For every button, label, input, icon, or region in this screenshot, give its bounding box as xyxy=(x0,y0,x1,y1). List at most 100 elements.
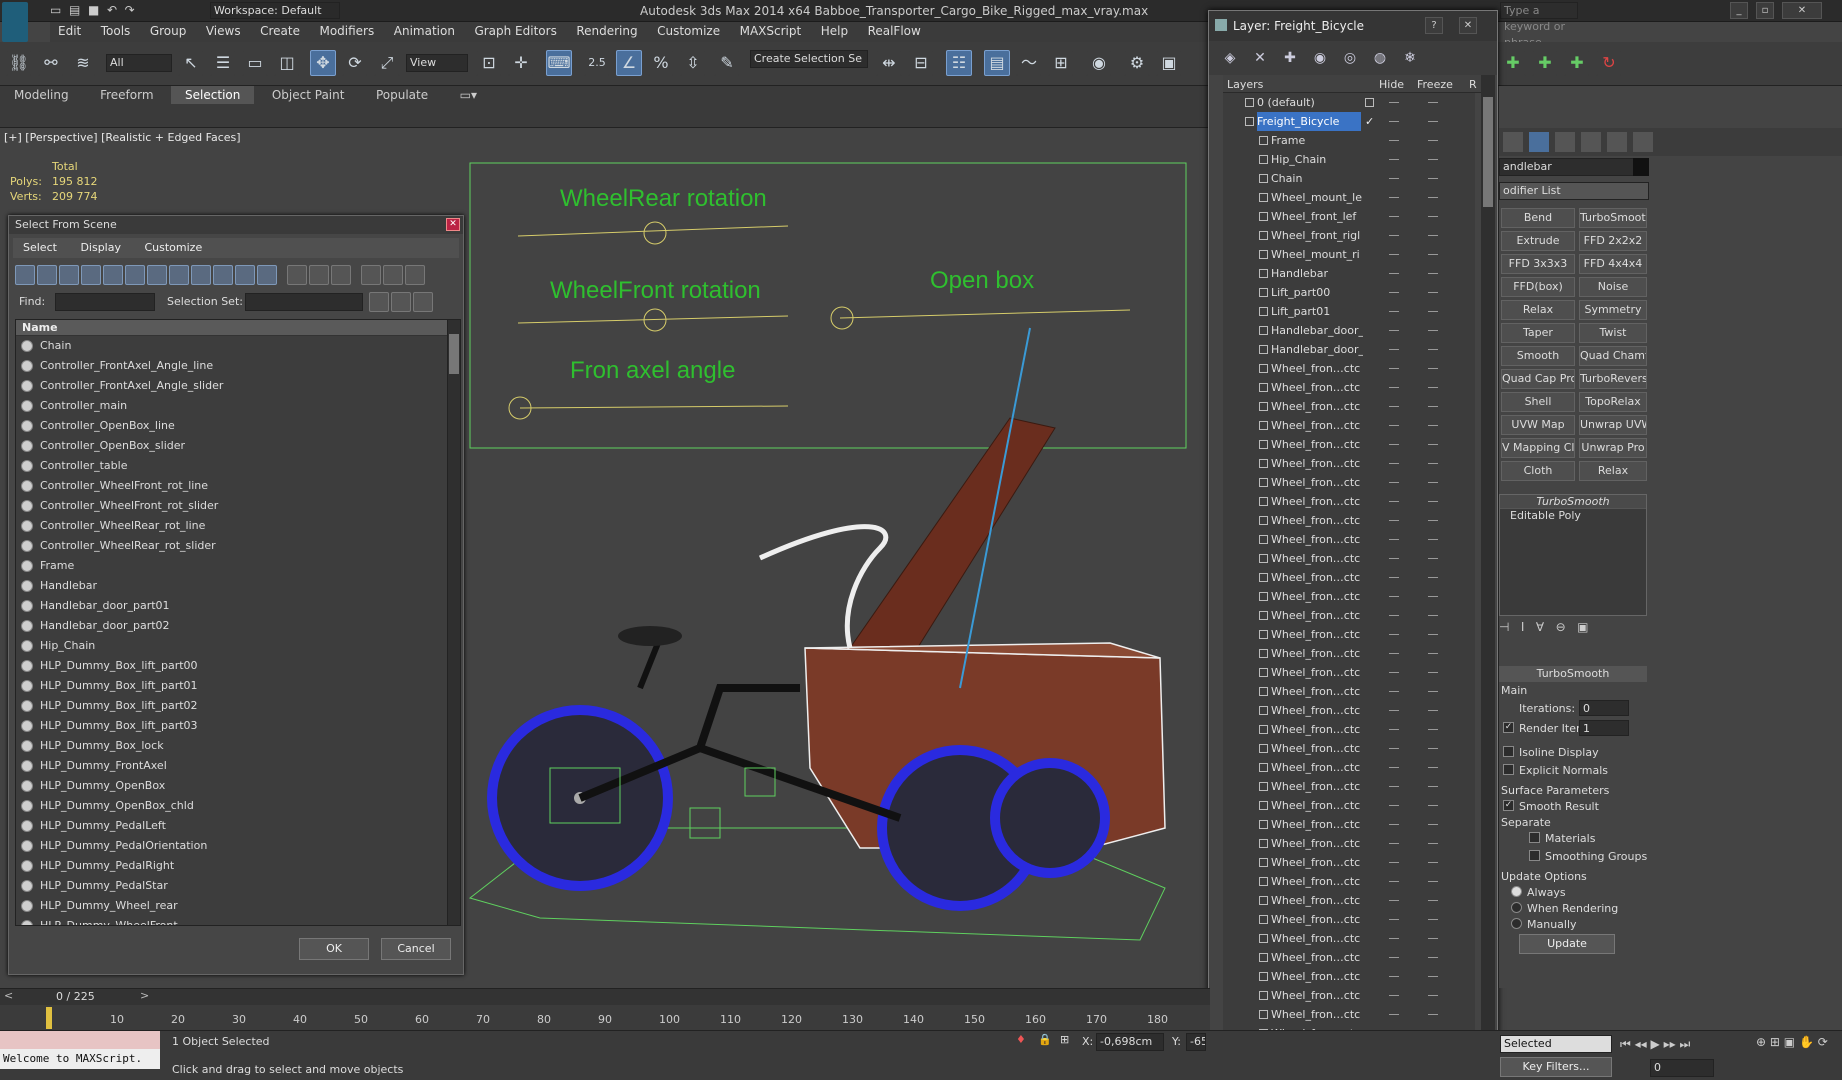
hide-toggle[interactable] xyxy=(1389,634,1399,635)
layer-object-row[interactable]: Wheel_front_rigl xyxy=(1223,226,1475,245)
hide-toggle[interactable] xyxy=(1389,178,1399,179)
freeze-toggle[interactable] xyxy=(1428,615,1438,616)
explicit-normals-checkbox[interactable] xyxy=(1503,764,1514,775)
hide-toggle[interactable] xyxy=(1389,349,1399,350)
scrollbar-thumb[interactable] xyxy=(449,334,459,374)
hide-toggle[interactable] xyxy=(1389,900,1399,901)
modifier-button[interactable]: TopoRelax xyxy=(1579,392,1647,412)
layer-object-row[interactable]: Wheel_fron…ctc xyxy=(1223,910,1475,929)
modifier-button[interactable]: FFD(box) xyxy=(1501,277,1575,297)
workspace-dropdown[interactable]: Workspace: Default xyxy=(210,2,340,19)
hide-toggle[interactable] xyxy=(1389,368,1399,369)
layer-object-row[interactable]: Wheel_fron…ctc xyxy=(1223,606,1475,625)
hide-toggle[interactable] xyxy=(1389,748,1399,749)
freeze-toggle[interactable] xyxy=(1428,957,1438,958)
scene-object-row[interactable]: HLP_Dummy_Box_lift_part00 xyxy=(16,656,452,676)
scene-object-row[interactable]: Controller_WheelFront_rot_line xyxy=(16,476,452,496)
stack-item-turbosmooth[interactable]: TurboSmooth xyxy=(1500,495,1646,509)
modifier-button[interactable]: Quad Chamfer xyxy=(1579,346,1647,366)
hierarchy-tab-icon[interactable] xyxy=(1555,132,1575,152)
hide-toggle[interactable] xyxy=(1389,919,1399,920)
zoom-extents-icon[interactable]: ▣ xyxy=(1784,1035,1795,1049)
modifier-button[interactable]: FFD 3x3x3 xyxy=(1501,254,1575,274)
render-column-header[interactable]: R xyxy=(1469,78,1477,91)
freeze-toggle[interactable] xyxy=(1428,311,1438,312)
menu-graph-editors[interactable]: Graph Editors xyxy=(466,22,564,40)
scene-object-row[interactable]: HLP_Dummy_Box_lift_part01 xyxy=(16,676,452,696)
freeze-toggle[interactable] xyxy=(1428,387,1438,388)
select-invert-icon[interactable] xyxy=(331,265,351,285)
ribbon-toggle-icon[interactable]: ▤ xyxy=(984,50,1010,76)
freeze-toggle[interactable] xyxy=(1428,406,1438,407)
frame-indicator[interactable]: 0 / 225 xyxy=(56,990,95,1003)
hide-toggle[interactable] xyxy=(1389,805,1399,806)
bind-space-warp-icon[interactable]: ≋ xyxy=(70,50,96,76)
layer-create-icon[interactable]: ◈ xyxy=(1219,47,1241,69)
layer-object-row[interactable]: Wheel_fron…ctc xyxy=(1223,511,1475,530)
hide-toggle[interactable] xyxy=(1389,311,1399,312)
filter-spacewarps-icon[interactable] xyxy=(125,265,145,285)
hide-toggle[interactable] xyxy=(1389,767,1399,768)
scene-object-row[interactable]: Controller_main xyxy=(16,396,452,416)
modifier-button[interactable]: Noise xyxy=(1579,277,1647,297)
help-search-input[interactable]: Type a keyword or phrase xyxy=(1500,2,1578,49)
scene-object-row[interactable]: Controller_FrontAxel_Angle_slider xyxy=(16,376,452,396)
layer-select-icon[interactable]: ◉ xyxy=(1309,47,1331,69)
menu-maxscript[interactable]: MAXScript xyxy=(732,22,810,40)
layer-object-row[interactable]: Chain xyxy=(1223,169,1475,188)
app-logo-icon[interactable] xyxy=(2,2,28,42)
layer-hide-icon[interactable]: ◍ xyxy=(1369,47,1391,69)
hide-toggle[interactable] xyxy=(1389,159,1399,160)
freeze-toggle[interactable] xyxy=(1428,273,1438,274)
smoothing-groups-checkbox[interactable] xyxy=(1529,850,1540,861)
hide-toggle[interactable] xyxy=(1389,786,1399,787)
filter-geometry-icon[interactable] xyxy=(15,265,35,285)
scene-object-row[interactable]: Controller_table xyxy=(16,456,452,476)
layer-object-row[interactable]: Wheel_fron…ctc xyxy=(1223,720,1475,739)
modifier-button[interactable]: TurboReverse xyxy=(1579,369,1647,389)
object-name-input[interactable]: andlebar xyxy=(1499,158,1641,176)
percent-snap-icon[interactable]: % xyxy=(648,50,674,76)
reference-coord-dropdown[interactable]: View xyxy=(406,54,468,72)
freeze-toggle[interactable] xyxy=(1428,862,1438,863)
hide-toggle[interactable] xyxy=(1389,729,1399,730)
scene-object-row[interactable]: Handlebar xyxy=(16,576,452,596)
modifier-button[interactable]: Taper xyxy=(1501,323,1575,343)
filter-xrefs-icon[interactable] xyxy=(169,265,189,285)
hide-toggle[interactable] xyxy=(1389,653,1399,654)
scene-object-row[interactable]: HLP_Dummy_Box_lift_part02 xyxy=(16,696,452,716)
link-icon[interactable]: ⛓ xyxy=(6,50,32,76)
layer-object-row[interactable]: Lift_part01 xyxy=(1223,302,1475,321)
freeze-toggle[interactable] xyxy=(1428,349,1438,350)
selection-lock-icon[interactable]: 🔒 xyxy=(1038,1033,1052,1046)
prev-key-icon[interactable]: ◂◂ xyxy=(1635,1037,1647,1051)
hide-toggle[interactable] xyxy=(1389,140,1399,141)
plugin-tool-icon-2[interactable]: ✚ xyxy=(1532,50,1558,76)
selection-set-add-icon[interactable] xyxy=(369,292,389,312)
select-rotate-icon[interactable]: ⟳ xyxy=(342,50,368,76)
hide-toggle[interactable] xyxy=(1389,292,1399,293)
layer-object-row[interactable]: Wheel_fron…ctc xyxy=(1223,777,1475,796)
maxscript-listener-pink[interactable] xyxy=(0,1031,160,1049)
menu-customize[interactable]: Customize xyxy=(649,22,728,40)
freeze-toggle[interactable] xyxy=(1428,330,1438,331)
layer-delete-icon[interactable]: ✕ xyxy=(1249,47,1271,69)
hide-toggle[interactable] xyxy=(1389,824,1399,825)
layer-object-row[interactable]: Frame xyxy=(1223,131,1475,150)
layer-object-row[interactable]: Wheel_fron…ctc xyxy=(1223,891,1475,910)
render-iters-checkbox[interactable]: ✓ xyxy=(1503,722,1514,733)
time-marker[interactable] xyxy=(46,1007,52,1029)
hide-toggle[interactable] xyxy=(1389,596,1399,597)
snap-toggle-icon[interactable]: 2.5 xyxy=(584,50,610,76)
find-input[interactable] xyxy=(55,293,155,311)
hide-toggle[interactable] xyxy=(1389,406,1399,407)
named-selection-dropdown[interactable]: Create Selection Se xyxy=(750,50,868,68)
scene-object-row[interactable]: Hip_Chain xyxy=(16,636,452,656)
modifier-button[interactable]: Shell xyxy=(1501,392,1575,412)
go-to-end-icon[interactable]: ⏭ xyxy=(1679,1037,1690,1051)
hide-toggle[interactable] xyxy=(1389,881,1399,882)
render-iters-spinner[interactable]: 1 xyxy=(1579,720,1629,736)
ok-button[interactable]: OK xyxy=(299,938,369,960)
modifier-stack[interactable]: TurboSmooth Editable Poly xyxy=(1499,494,1647,616)
scene-object-row[interactable]: Handlebar_door_part01 xyxy=(16,596,452,616)
